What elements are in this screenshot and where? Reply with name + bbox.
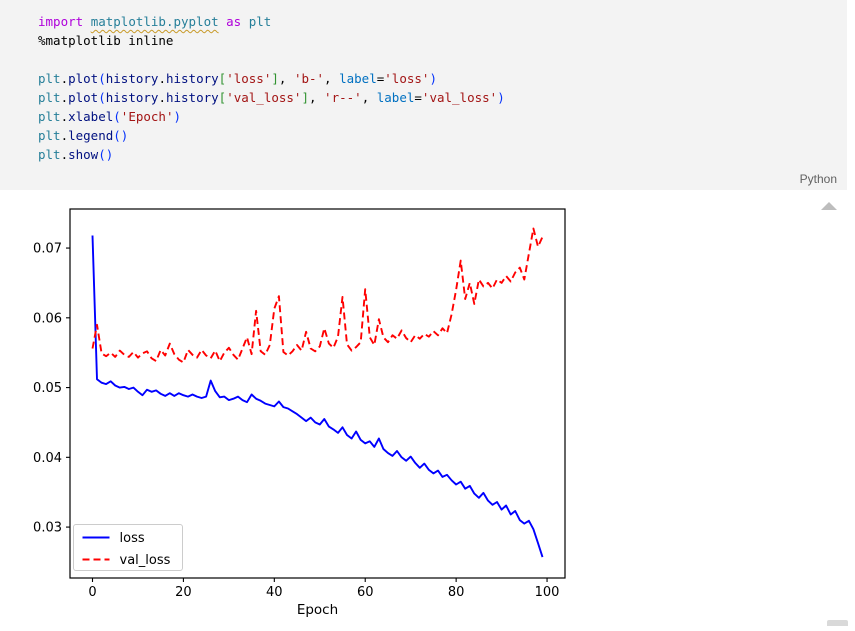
code-token: ] (301, 90, 309, 105)
code-token: ] (271, 71, 279, 86)
code-line[interactable]: plt.show() (38, 145, 847, 164)
code-line[interactable]: plt.xlabel('Epoch') (38, 107, 847, 126)
x-axis-label: Epoch (297, 602, 338, 618)
chart-legend: loss val_loss (73, 524, 183, 571)
x-axis: 0 20 40 60 80 100 (88, 578, 559, 600)
code-token: ( (113, 128, 121, 143)
code-token: plt (38, 90, 61, 105)
code-token: xlabel (68, 109, 114, 124)
code-token: ) (105, 147, 114, 162)
code-token: history (165, 90, 219, 105)
code-token: , (361, 90, 377, 105)
code-line[interactable]: plt.legend() (38, 126, 847, 145)
code-token: history (105, 90, 159, 105)
code-line[interactable]: %matplotlib inline (38, 31, 847, 50)
scroll-up-icon[interactable] (821, 202, 837, 210)
svg-text:80: 80 (448, 585, 465, 600)
code-token: label (376, 90, 415, 105)
code-token: ) (120, 128, 129, 143)
code-token: import (38, 14, 84, 29)
code-token: plot (68, 71, 99, 86)
code-token: plt (38, 147, 61, 162)
code-token: plt (38, 71, 61, 86)
code-token: , (324, 71, 340, 86)
code-token: 'r--' (324, 90, 362, 105)
code-token: matplotlib.pyplot (90, 14, 219, 29)
code-line[interactable]: plt.plot(history.history['loss'], 'b-', … (38, 69, 847, 88)
code-token: ( (98, 71, 106, 86)
code-cell: import matplotlib.pyplot as plt %matplotl… (0, 0, 847, 190)
code-token: ) (173, 109, 182, 124)
code-token: . (158, 71, 166, 86)
svg-text:20: 20 (175, 585, 192, 600)
code-line[interactable]: import matplotlib.pyplot as plt (38, 12, 847, 31)
code-token: 'val_loss' (421, 90, 498, 105)
code-token: plot (68, 90, 99, 105)
y-axis: 0.03 0.04 0.05 0.06 0.07 (33, 242, 70, 536)
code-token: , (308, 90, 325, 105)
loss-chart: 0 20 40 60 80 100 0.03 0.04 0.05 0.06 0.07 loss val_… (33, 208, 566, 618)
code-token: plt (38, 128, 61, 143)
svg-text:40: 40 (266, 585, 283, 600)
code-token: show (68, 147, 99, 162)
svg-text:0.05: 0.05 (33, 381, 62, 396)
language-label[interactable]: Python (800, 172, 837, 186)
code-token: ) (497, 90, 505, 105)
svg-text:0.06: 0.06 (33, 311, 62, 326)
code-token: legend (68, 128, 114, 143)
code-token: history (165, 71, 219, 86)
code-token: plt (38, 109, 61, 124)
code-token: 'b-' (293, 71, 325, 86)
svg-text:0.03: 0.03 (33, 521, 62, 536)
svg-text:0.07: 0.07 (33, 242, 62, 257)
code-token: , (278, 71, 294, 86)
svg-text:60: 60 (357, 585, 374, 600)
code-line[interactable] (38, 50, 847, 69)
svg-text:0: 0 (88, 585, 96, 600)
code-token: ( (98, 147, 106, 162)
code-token: 'loss' (226, 71, 272, 86)
code-token: . (60, 147, 69, 162)
code-token: 'loss' (384, 71, 430, 86)
code-token: 'val_loss' (226, 90, 302, 105)
code-token: as (226, 14, 242, 29)
scroll-down-icon[interactable] (827, 620, 848, 626)
code-token: history (105, 71, 159, 86)
code-editor[interactable]: import matplotlib.pyplot as plt %matplotl… (0, 0, 847, 164)
code-token: = (414, 90, 422, 105)
code-token: . (60, 71, 69, 86)
legend-label-val_loss: val_loss (120, 553, 171, 568)
code-token: . (60, 109, 69, 124)
legend-label-loss: loss (120, 531, 145, 546)
code-token: . (60, 90, 69, 105)
code-token: label (339, 71, 377, 86)
code-token: 'Epoch' (120, 109, 174, 124)
output-area: 0 20 40 60 80 100 0.03 0.04 0.05 0.06 0.07 loss val_… (0, 190, 855, 626)
code-token: . (158, 90, 166, 105)
code-token: . (60, 128, 69, 143)
code-token: plt (248, 14, 272, 29)
svg-text:0.04: 0.04 (33, 451, 62, 466)
code-token: %matplotlib inline (38, 33, 174, 48)
code-line[interactable]: plt.plot(history.history['val_loss'], 'r… (38, 88, 847, 107)
code-token: ( (98, 90, 106, 105)
code-token: ( (113, 109, 121, 124)
svg-text:100: 100 (535, 585, 560, 600)
code-token: ) (429, 71, 437, 86)
